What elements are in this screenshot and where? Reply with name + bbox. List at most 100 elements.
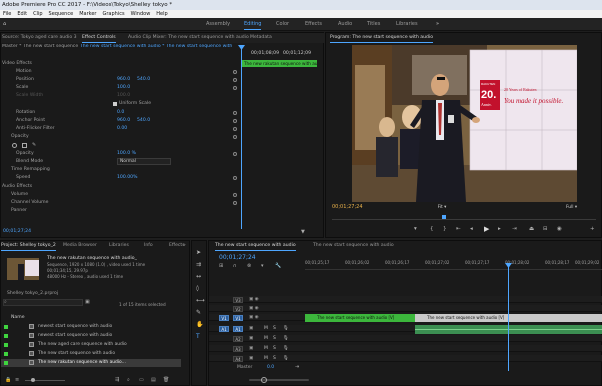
play-icon[interactable]: ▶ — [484, 225, 489, 233]
tab-info[interactable]: Info — [144, 243, 153, 248]
track-label-v1[interactable]: V1 — [233, 315, 243, 321]
timeline-timecode[interactable]: 00;01;27;24 — [219, 254, 256, 261]
timeline-playhead[interactable] — [508, 263, 509, 371]
pen-tool-icon[interactable]: ✎ — [196, 309, 201, 316]
name-column-header[interactable]: Name — [11, 315, 25, 320]
clip-thumbnail[interactable] — [7, 258, 39, 280]
microphone-icon[interactable]: 🎙 — [283, 346, 289, 351]
home-icon[interactable]: ⌂ — [3, 21, 6, 27]
opacity-value[interactable]: 100.0 % — [117, 151, 136, 156]
position-y[interactable]: 540.0 — [137, 77, 150, 82]
menu-window[interactable]: Window — [131, 11, 151, 17]
channel-volume-label[interactable]: Channel Volume — [11, 200, 48, 205]
toggle-sync-lock-icon[interactable]: ▣ — [249, 326, 253, 331]
zoom-slider-handle[interactable] — [31, 378, 35, 382]
track-label-a2[interactable]: A2 — [233, 336, 243, 342]
program-monitor-title[interactable]: Program: The new start sequence with aud… — [330, 35, 434, 43]
rectangle-mask-icon[interactable] — [22, 143, 27, 148]
tab-timeline-sequence[interactable]: The new start sequence with audio — [215, 243, 296, 251]
track-label-a1[interactable]: A1 — [233, 326, 243, 332]
tab-media-browser[interactable]: Media Browser — [63, 243, 97, 248]
find-icon[interactable]: ⌕ — [127, 377, 130, 383]
lock-icon[interactable]: 🔒 — [5, 377, 11, 383]
hand-tool-icon[interactable]: ✋ — [196, 321, 203, 328]
ec-clip-bar[interactable]: The new rakutan sequence with audio — [242, 60, 317, 67]
menu-file[interactable]: File — [3, 11, 11, 17]
solo-button[interactable]: S — [273, 336, 276, 341]
nest-icon[interactable]: ⊞ — [219, 263, 223, 269]
anchor-y[interactable]: 540.0 — [137, 118, 150, 123]
solo-button[interactable]: S — [273, 346, 276, 351]
add-marker-icon[interactable]: ▾ — [414, 226, 417, 232]
toggle-sync-lock-icon[interactable]: ▣ — [249, 346, 253, 351]
opacity-section-label[interactable]: Opacity — [11, 134, 29, 139]
ellipse-mask-icon[interactable] — [12, 143, 17, 148]
volume-label[interactable]: Volume — [11, 192, 28, 197]
workspace-color[interactable]: Color — [276, 21, 289, 27]
mark-out-icon[interactable]: } — [443, 226, 447, 232]
reset-channel-volume-icon[interactable] — [233, 201, 237, 205]
project-more-tabs[interactable]: » — [183, 243, 186, 248]
workspace-audio[interactable]: Audio — [338, 21, 352, 27]
track-label-v3[interactable]: V3 — [233, 297, 243, 303]
source-patch-v1[interactable]: V1 — [219, 315, 229, 321]
microphone-icon[interactable]: 🎙 — [283, 356, 289, 361]
toggle-sync-lock-icon[interactable]: ▣ ◉ — [249, 315, 259, 320]
clear-icon[interactable]: 🗑 — [163, 377, 169, 383]
list-item[interactable]: newest start sequence with audio — [1, 323, 181, 331]
reset-opacity-icon[interactable] — [233, 135, 237, 139]
track-v2[interactable] — [209, 305, 602, 312]
step-back-icon[interactable]: ◂ — [470, 226, 473, 232]
linked-selection-icon[interactable]: ⊗ — [247, 263, 251, 269]
sequence-clip-selector[interactable]: The new start sequence with audio * The … — [80, 44, 232, 49]
step-forward-icon[interactable]: ▸ — [498, 226, 501, 232]
selection-tool-icon[interactable]: ➤ — [196, 249, 201, 256]
list-view-icon[interactable]: ≡ — [15, 377, 19, 383]
tab-timeline-sequence-2[interactable]: The new start sequence with audio — [313, 243, 394, 248]
mark-in-icon[interactable]: { — [430, 226, 434, 232]
uniform-scale-checkbox[interactable] — [113, 102, 117, 106]
tab-project[interactable]: Project: Shelley tokyo_2 — [1, 243, 56, 251]
track-select-tool-icon[interactable]: ⇉ — [196, 261, 201, 268]
toggle-sync-lock-icon[interactable]: ▣ ◉ — [249, 297, 259, 302]
program-timecode[interactable]: 00;01;27;24 — [332, 204, 363, 210]
timeline-zoom-scroll[interactable] — [249, 379, 309, 381]
list-item[interactable]: The new aged care sequence with audio — [1, 341, 181, 349]
list-item[interactable]: newest start sequence with audio — [1, 332, 181, 340]
razor-tool-icon[interactable]: ◊ — [196, 285, 199, 292]
type-tool-icon[interactable]: T — [196, 333, 200, 340]
workspace-assembly[interactable]: Assembly — [206, 21, 230, 27]
toggle-sync-lock-icon[interactable]: ▣ — [249, 356, 253, 361]
reset-rotation-icon[interactable] — [233, 111, 237, 115]
new-bin-from-search-icon[interactable]: ▣ — [85, 299, 90, 305]
anti-flicker-value[interactable]: 0.00 — [117, 126, 127, 131]
menu-help[interactable]: Help — [156, 11, 167, 17]
project-search-input[interactable] — [3, 299, 83, 306]
toggle-sync-lock-icon[interactable]: ▣ — [249, 336, 253, 341]
anchor-x[interactable]: 960.0 — [117, 118, 130, 123]
go-to-out-track-icon[interactable]: ⇥ — [295, 364, 299, 370]
filter-icon[interactable]: ▼ — [301, 229, 305, 235]
motion-label[interactable]: Motion — [16, 69, 32, 74]
menu-marker[interactable]: Marker — [79, 11, 96, 17]
automate-to-sequence-icon[interactable]: ⇶ — [115, 377, 119, 383]
ec-footer-timecode[interactable]: 00;01;27;24 — [3, 229, 31, 234]
workspace-effects[interactable]: Effects — [305, 21, 322, 27]
tab-audio-clip-mixer[interactable]: Audio Clip Mixer: The new start sequence… — [128, 35, 249, 40]
ec-playhead-handle[interactable] — [238, 45, 245, 50]
mute-button[interactable]: M — [264, 336, 268, 341]
tab-metadata[interactable]: Metadata — [250, 35, 272, 40]
reset-antiflicker-icon[interactable] — [233, 127, 237, 131]
track-label-a4[interactable]: A4 — [233, 356, 243, 362]
snap-icon[interactable]: ∩ — [233, 263, 237, 269]
new-item-icon[interactable]: ▤ — [151, 377, 156, 383]
solo-button[interactable]: S — [273, 356, 276, 361]
reset-anchor-icon[interactable] — [233, 119, 237, 123]
workspace-titles[interactable]: Titles — [367, 21, 380, 27]
clip-v1-a[interactable]: The new start sequence with audio [V] — [305, 314, 415, 322]
ripple-edit-tool-icon[interactable]: ↔ — [196, 273, 201, 280]
ec-playhead[interactable] — [241, 49, 242, 229]
reset-speed-icon[interactable] — [233, 176, 237, 180]
tab-libraries[interactable]: Libraries — [109, 243, 129, 248]
reset-motion-icon[interactable] — [233, 70, 237, 74]
